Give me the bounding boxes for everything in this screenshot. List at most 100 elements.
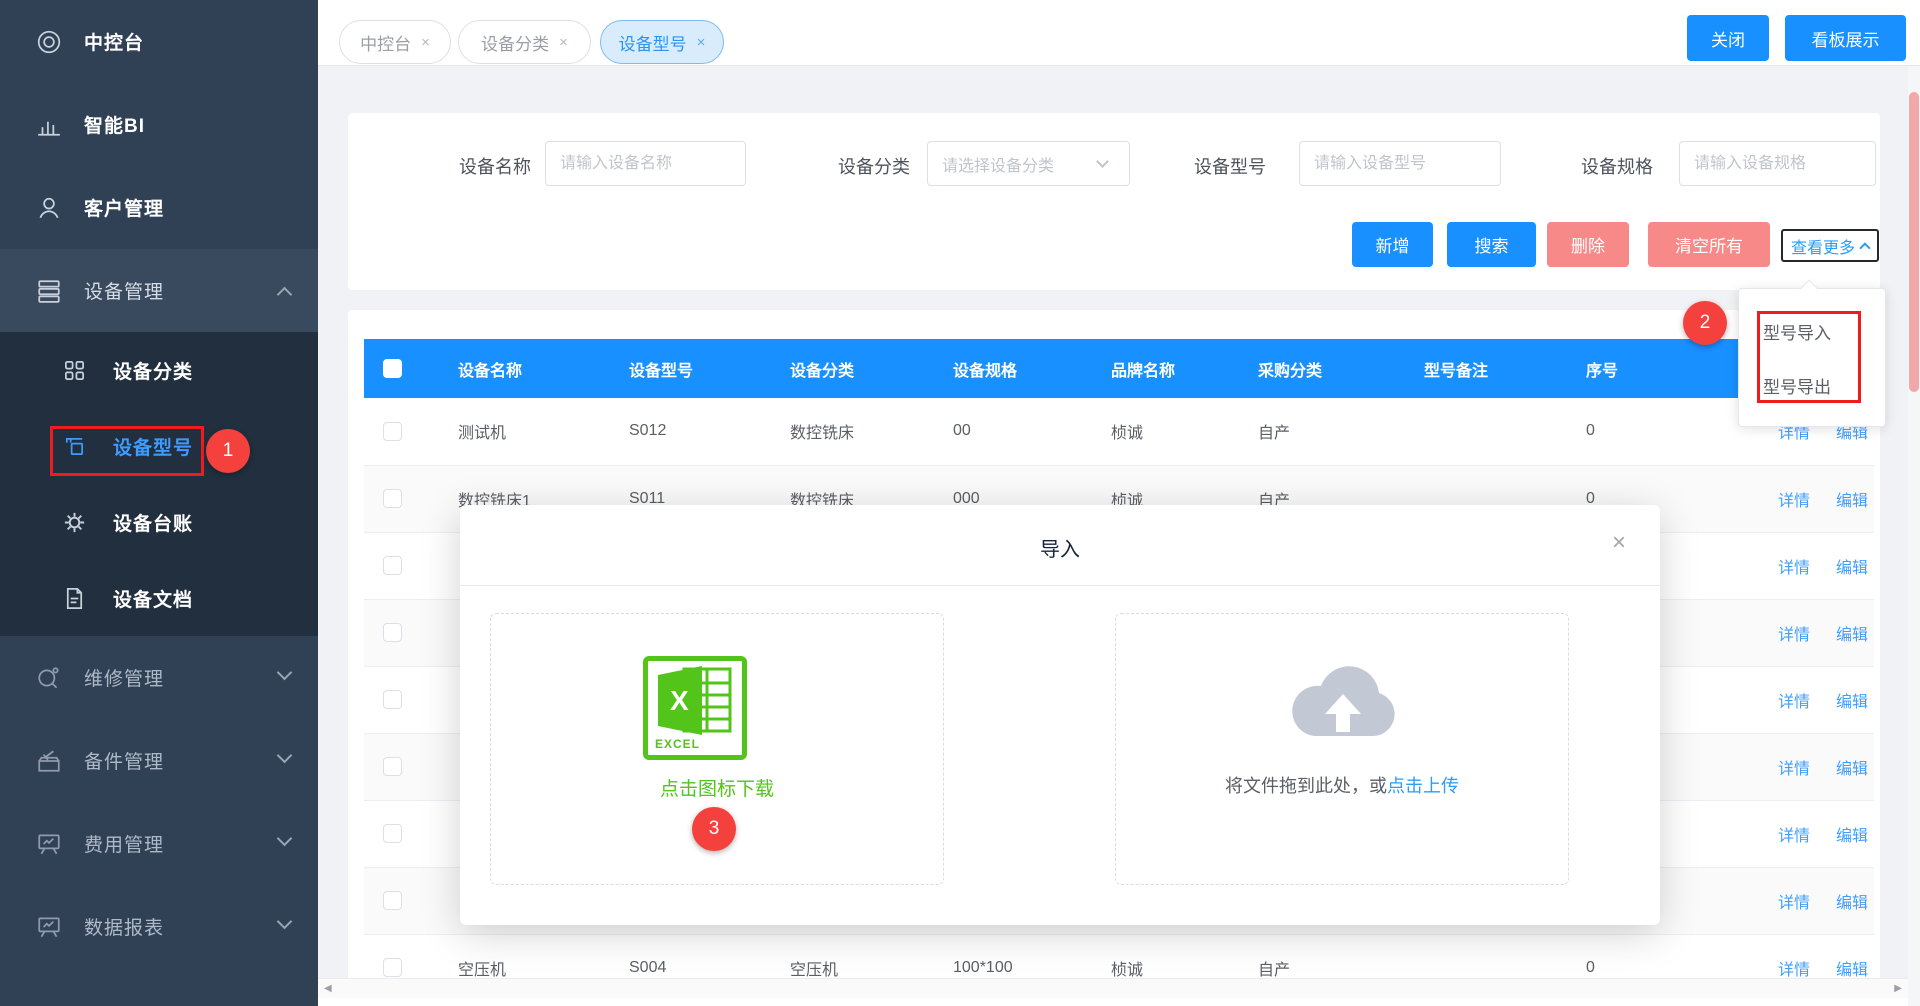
row-checkbox[interactable] — [383, 891, 402, 910]
detail-link[interactable]: 详情 — [1778, 962, 1810, 979]
tab-close-icon[interactable]: × — [697, 34, 706, 51]
bottom-strip — [318, 998, 1920, 1006]
menu-item-model-export[interactable]: 型号导出 — [1739, 363, 1887, 413]
sidebar-item-equipment-category[interactable]: 设备分类 — [0, 332, 318, 408]
sidebar-item-label: 备件管理 — [84, 747, 164, 774]
add-button[interactable]: 新增 — [1352, 222, 1433, 267]
edit-link[interactable]: 编辑 — [1836, 493, 1868, 510]
row-checkbox[interactable] — [383, 958, 402, 977]
select-all-checkbox[interactable] — [383, 359, 402, 378]
row-checkbox[interactable] — [383, 757, 402, 776]
row-checkbox[interactable] — [383, 623, 402, 642]
clear-all-button[interactable]: 清空所有 — [1648, 222, 1770, 267]
detail-link[interactable]: 详情 — [1778, 493, 1810, 510]
edit-link[interactable]: 编辑 — [1836, 828, 1868, 845]
board-display-button[interactable]: 看板展示 — [1785, 15, 1906, 61]
vertical-scrollbar[interactable] — [1908, 66, 1920, 1006]
tab-equipment-category[interactable]: 设备分类 × — [458, 20, 591, 64]
edit-link[interactable]: 编辑 — [1836, 962, 1868, 979]
sidebar-item-bi[interactable]: 智能BI — [0, 83, 318, 166]
edit-link[interactable]: 编辑 — [1836, 425, 1868, 442]
excel-download-icon[interactable]: X EXCEL — [643, 656, 747, 760]
top-bar: 中控台 × 设备分类 × 设备型号 × 关闭 看板展示 — [318, 0, 1920, 66]
table-header: 设备名称设备型号设备分类设备规格品牌名称采购分类型号备注序号 — [364, 339, 1874, 398]
filter-category-label: 设备分类 — [810, 153, 910, 179]
annotation-badge-3: 3 — [692, 807, 736, 851]
row-checkbox[interactable] — [383, 690, 402, 709]
sidebar-item-spares[interactable]: 备件管理 — [0, 719, 318, 802]
user-icon — [36, 195, 62, 221]
click-upload-link[interactable]: 点击上传 — [1387, 776, 1459, 796]
cell-name: 测试机 — [439, 398, 610, 465]
excel-glyph: X — [648, 661, 742, 741]
detail-link[interactable]: 详情 — [1778, 560, 1810, 577]
sidebar-item-equipment-ledger[interactable]: 设备台账 — [0, 484, 318, 560]
detail-link[interactable]: 详情 — [1778, 828, 1810, 845]
tab-equipment-model[interactable]: 设备型号 × — [600, 20, 724, 64]
row-checkbox[interactable] — [383, 824, 402, 843]
filter-spec-label: 设备规格 — [1549, 153, 1653, 179]
equipment-category-select[interactable]: 请选择设备分类 — [927, 141, 1130, 186]
row-checkbox[interactable] — [383, 489, 402, 508]
column-header: 设备名称 — [439, 339, 610, 398]
modal-title: 导入 — [460, 533, 1660, 562]
column-header: 序号 — [1567, 339, 1759, 398]
sidebar-item-reports[interactable]: 数据报表 — [0, 885, 318, 968]
row-checkbox[interactable] — [383, 556, 402, 575]
detail-link[interactable]: 详情 — [1778, 895, 1810, 912]
row-checkbox-cell — [364, 465, 439, 532]
sidebar-item-repair[interactable]: 维修管理 — [0, 636, 318, 719]
sidebar-item-label: 费用管理 — [84, 830, 164, 857]
row-actions-cell: 详情 编辑 — [1759, 532, 1874, 599]
tab-console[interactable]: 中控台 × — [339, 20, 451, 64]
column-header: 采购分类 — [1239, 339, 1405, 398]
upload-dropzone[interactable]: 将文件拖到此处，或点击上传 — [1115, 613, 1569, 885]
sidebar-item-equipment[interactable]: 设备管理 — [0, 249, 318, 332]
delete-button[interactable]: 删除 — [1547, 222, 1629, 267]
detail-link[interactable]: 详情 — [1778, 761, 1810, 778]
edit-link[interactable]: 编辑 — [1836, 761, 1868, 778]
sidebar-item-equipment-docs[interactable]: 设备文档 — [0, 560, 318, 636]
equipment-name-input[interactable] — [545, 141, 746, 186]
close-button[interactable]: 关闭 — [1687, 15, 1769, 61]
table-row: 测试机S012数控铣床00桢诚自产0详情编辑 — [364, 398, 1874, 465]
detail-link[interactable]: 详情 — [1778, 627, 1810, 644]
tab-close-icon[interactable]: × — [421, 34, 430, 51]
sidebar-item-console[interactable]: 中控台 — [0, 0, 318, 83]
menu-item-model-import[interactable]: 型号导入 — [1739, 309, 1887, 359]
row-checkbox[interactable] — [383, 422, 402, 441]
scroll-left-arrow[interactable]: ◀ — [324, 983, 332, 994]
detail-link[interactable]: 详情 — [1778, 694, 1810, 711]
download-hint[interactable]: 点击图标下载 — [491, 774, 943, 801]
edit-link[interactable]: 编辑 — [1836, 895, 1868, 912]
horizontal-scrollbar[interactable]: ◀ ▶ — [318, 978, 1908, 998]
sidebar-item-expense[interactable]: 费用管理 — [0, 802, 318, 885]
bar-chart-icon — [36, 112, 62, 138]
gear-icon — [63, 511, 86, 534]
chevron-down-icon — [277, 665, 293, 681]
modal-close-icon[interactable]: × — [1612, 531, 1626, 555]
tab-close-icon[interactable]: × — [559, 34, 568, 51]
equipment-spec-input[interactable] — [1679, 141, 1876, 186]
vertical-scrollbar-thumb[interactable] — [1909, 92, 1919, 392]
edit-link[interactable]: 编辑 — [1836, 627, 1868, 644]
magnifier-gear-icon — [36, 665, 62, 691]
row-checkbox-cell — [364, 532, 439, 599]
cell-seq: 0 — [1567, 398, 1759, 465]
row-checkbox-cell — [364, 666, 439, 733]
edit-link[interactable]: 编辑 — [1836, 560, 1868, 577]
drop-hint: 将文件拖到此处，或点击上传 — [1116, 772, 1568, 798]
row-checkbox-cell — [364, 733, 439, 800]
scroll-right-arrow[interactable]: ▶ — [1894, 983, 1902, 994]
sidebar-item-customers[interactable]: 客户管理 — [0, 166, 318, 249]
console-icon — [36, 29, 62, 55]
svg-text:X: X — [670, 685, 689, 716]
equipment-model-input[interactable] — [1299, 141, 1501, 186]
edit-link[interactable]: 编辑 — [1836, 694, 1868, 711]
view-more-link[interactable]: 查看更多 — [1781, 229, 1879, 262]
column-header: 型号备注 — [1405, 339, 1567, 398]
sidebar-item-label: 设备文档 — [113, 585, 193, 612]
detail-link[interactable]: 详情 — [1778, 425, 1810, 442]
sidebar-item-equipment-model[interactable]: 设备型号 — [0, 408, 318, 484]
search-button[interactable]: 搜索 — [1447, 222, 1536, 267]
